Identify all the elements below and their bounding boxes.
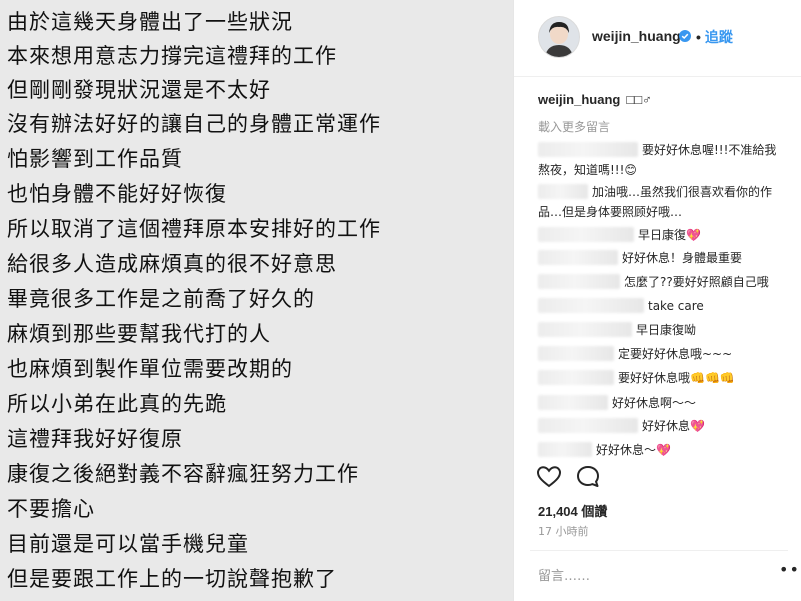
comment-text: 好好休息！身體最重要	[622, 251, 743, 265]
comment-text: 早日康復💖	[638, 228, 701, 242]
photo-text-line: 目前還是可以當手機兒童	[7, 532, 249, 556]
comment-text: 要好好休息喔!!!不准給我	[642, 143, 777, 157]
comment-text: 要好好休息哦👊👊👊	[618, 371, 735, 385]
post-photo: 由於這幾天身體出了一些狀況 本來想用意志力撐完這禮拜的工作 但剛剛發現狀況還是不…	[0, 0, 513, 601]
comment-item: 好好休息啊～～	[538, 393, 696, 413]
photo-text-line: 給很多人造成麻煩真的很不好意思	[7, 252, 337, 276]
caption-username[interactable]: weijin_huang	[538, 92, 620, 107]
comment-text: 熬夜，知道嗎!!!😊	[538, 163, 637, 177]
blurred-username	[538, 370, 614, 385]
photo-text-line: 沒有辦法好好的讓自己的身體正常運作	[7, 112, 381, 136]
photo-text-line: 但剛剛發現狀況還是不太好	[7, 78, 271, 102]
photo-text-line: 不要擔心	[7, 497, 95, 521]
blurred-username	[538, 322, 632, 337]
follow-button[interactable]: • 追蹤	[696, 27, 733, 47]
blurred-username	[538, 184, 588, 199]
blurred-username	[538, 250, 618, 265]
comment-icon[interactable]	[576, 465, 602, 489]
comment-item: 要好好休息哦👊👊👊	[538, 368, 735, 388]
comment-text: 怎麼了??要好好照顧自己哦	[624, 275, 769, 289]
comment-item: 早日康復呦	[538, 320, 696, 340]
photo-text-line: 麻煩到那些要幫我代打的人	[7, 322, 271, 346]
comment-text: 早日康復呦	[636, 323, 697, 337]
comment-item: 加油哦…虽然我们很喜欢看你的作	[538, 182, 772, 202]
more-options-icon[interactable]: •••	[779, 560, 801, 579]
add-comment-input[interactable]: 留言……	[538, 565, 590, 584]
photo-text-line: 由於這幾天身體出了一些狀況	[7, 10, 293, 34]
heart-icon[interactable]	[536, 465, 562, 489]
comment-item: 好好休息！身體最重要	[538, 248, 742, 268]
blurred-username	[538, 418, 638, 433]
avatar-image	[539, 17, 579, 57]
photo-text-line: 所以取消了這個禮拜原本安排好的工作	[7, 217, 381, 241]
comment-item: 好好休息💖	[538, 416, 705, 436]
comment-text: 好好休息啊～～	[612, 396, 697, 410]
post-header: weijin_huang • 追蹤	[514, 0, 801, 77]
blurred-username	[538, 298, 644, 313]
photo-text-line: 這禮拜我好好復原	[7, 427, 183, 451]
photo-text-line: 康復之後絕對義不容辭瘋狂努力工作	[7, 462, 359, 486]
photo-text-line: 也怕身體不能好好恢復	[7, 182, 227, 206]
comment-item: 熬夜，知道嗎!!!😊	[538, 160, 637, 180]
post-caption: weijin_huang □□♂	[538, 92, 652, 107]
follow-label: 追蹤	[704, 29, 733, 45]
comment-text: 加油哦…虽然我们很喜欢看你的作	[592, 185, 773, 199]
comment-item: 要好好休息喔!!!不准給我	[538, 140, 776, 160]
comment-text: 品…但是身体要照顾好哦…	[538, 205, 683, 219]
comment-text: 好好休息～💖	[596, 443, 671, 457]
comment-item: 定要好好休息哦~~~	[538, 344, 732, 364]
comment-item: 早日康復💖	[538, 225, 701, 245]
photo-text-line: 也麻煩到製作單位需要改期的	[7, 357, 293, 381]
likes-count[interactable]: 21,404 個讚	[538, 501, 607, 520]
blurred-username	[538, 227, 634, 242]
blurred-username	[538, 274, 620, 289]
comment-text: 定要好好休息哦~~~	[618, 347, 733, 361]
blurred-username	[538, 442, 592, 457]
photo-text-line: 但是要跟工作上的一切說聲抱歉了	[7, 567, 337, 591]
post-timestamp[interactable]: 17 小時前	[538, 523, 589, 539]
photo-text-line: 畢竟很多工作是之前喬了好久的	[7, 287, 315, 311]
photo-text-line: 本來想用意志力撐完這禮拜的工作	[7, 44, 337, 68]
blurred-username	[538, 346, 614, 361]
header-username[interactable]: weijin_huang	[592, 28, 681, 44]
comment-item: 好好休息～💖	[538, 440, 671, 460]
post-side-panel: weijin_huang • 追蹤 weijin_huang □□♂ 載入更多留言 …	[513, 0, 801, 601]
comment-item: take care	[538, 296, 704, 316]
photo-text-line: 怕影響到工作品質	[7, 147, 183, 171]
separator-dot: •	[696, 29, 701, 45]
photo-text-line: 所以小弟在此真的先跪	[7, 392, 227, 416]
comment-item: 怎麼了??要好好照顧自己哦	[538, 272, 769, 292]
load-more-comments-button[interactable]: 載入更多留言	[538, 118, 610, 135]
blurred-username	[538, 395, 608, 410]
comment-text: 好好休息💖	[642, 419, 705, 433]
comment-item: 品…但是身体要照顾好哦…	[538, 202, 682, 222]
blurred-username	[538, 142, 638, 157]
divider	[530, 550, 788, 551]
comment-text: take care	[648, 299, 704, 313]
caption-text: □□♂	[626, 92, 652, 107]
avatar[interactable]	[538, 16, 580, 58]
verified-badge-icon	[679, 30, 691, 42]
